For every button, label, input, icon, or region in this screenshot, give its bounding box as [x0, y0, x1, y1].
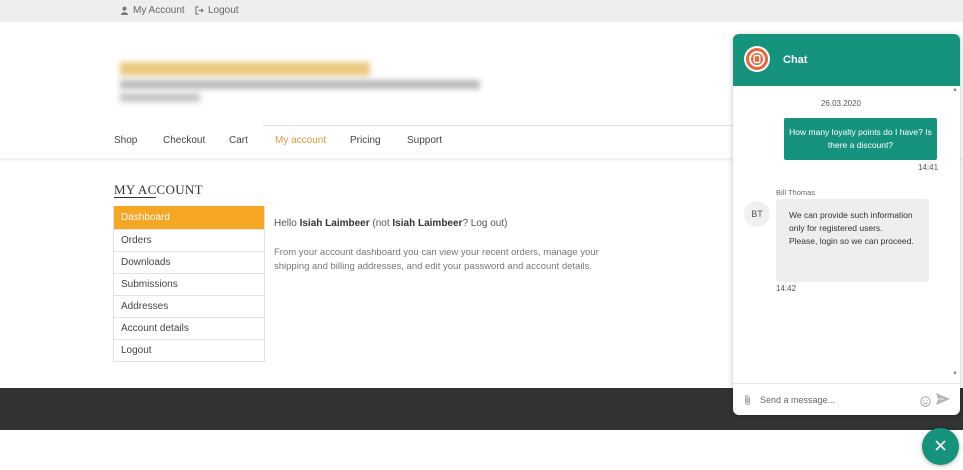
scroll-down-arrow[interactable]: ▼ — [952, 371, 958, 377]
nav-checkout[interactable]: Checkout — [163, 135, 205, 146]
menu-item-account-details[interactable]: Account details — [114, 317, 264, 339]
chat-title: Chat — [783, 54, 808, 66]
site-subtitle-blurred — [120, 93, 200, 102]
menu-item-dashboard[interactable]: Dashboard — [114, 206, 264, 229]
menu-item-orders[interactable]: Orders — [114, 229, 264, 251]
title-underline — [114, 197, 156, 198]
chat-toggle-button[interactable] — [922, 428, 959, 465]
greeting-user-name: Isiah Laimbeer — [299, 218, 370, 229]
incoming-time: 14:42 — [776, 284, 797, 293]
logout-label: Logout — [208, 5, 239, 16]
nav-shop[interactable]: Shop — [114, 135, 137, 146]
emoji-icon[interactable] — [920, 394, 931, 412]
site-title-blurred — [120, 62, 370, 76]
nav-divider — [263, 125, 733, 126]
chat-header: Chat — [733, 34, 960, 86]
page-title: MY ACCOUNT — [114, 182, 203, 197]
my-account-label: My Account — [133, 5, 185, 16]
account-menu: Dashboard Orders Downloads Submissions A… — [113, 206, 265, 362]
logout-link[interactable]: Logout — [195, 5, 239, 16]
greeting-not-prefix: (not — [369, 218, 393, 229]
menu-item-addresses[interactable]: Addresses — [114, 295, 264, 317]
nav-cart[interactable]: Cart — [229, 135, 248, 146]
dashboard-description: From your account dashboard you can view… — [274, 247, 599, 272]
menu-item-downloads[interactable]: Downloads — [114, 251, 264, 273]
chat-logo-icon — [744, 46, 770, 72]
agent-name: Bill Thomas — [776, 188, 816, 197]
incoming-line-1: We can provide such information only for… — [789, 210, 913, 233]
chat-date: 26.03.2020 — [820, 99, 862, 108]
top-bar: My Account Logout — [0, 0, 963, 22]
menu-item-submissions[interactable]: Submissions — [114, 273, 264, 295]
incoming-message: We can provide such information only for… — [776, 199, 929, 282]
logout-inline-link[interactable]: ? Log out) — [462, 218, 507, 229]
chat-widget: Chat ▲ 26.03.2020 How many loyalty point… — [733, 34, 960, 415]
outgoing-message: How many loyalty points do I have? Is th… — [784, 118, 937, 160]
greeting: Hello Isiah Laimbeer (not Isiah Laimbeer… — [274, 218, 507, 229]
outgoing-time: 14:41 — [918, 163, 939, 172]
nav-my-account[interactable]: My account — [275, 135, 326, 146]
user-icon — [120, 6, 129, 15]
nav-support[interactable]: Support — [407, 135, 442, 146]
incoming-line-2: Please, login so we can proceed. — [789, 236, 914, 246]
close-icon — [935, 438, 946, 456]
send-icon[interactable] — [935, 392, 951, 411]
logout-icon — [195, 6, 204, 15]
site-tagline-blurred — [120, 80, 480, 89]
nav-pricing[interactable]: Pricing — [350, 135, 381, 146]
input-divider — [733, 383, 960, 384]
attach-icon[interactable] — [743, 393, 752, 411]
my-account-link[interactable]: My Account — [120, 5, 185, 16]
scroll-up-arrow[interactable]: ▲ — [952, 87, 958, 93]
menu-item-logout[interactable]: Logout — [114, 339, 264, 361]
message-input[interactable] — [760, 391, 910, 409]
avatar: BT — [744, 201, 770, 227]
greeting-prefix: Hello — [274, 218, 300, 229]
greeting-not-user-name: Isiah Laimbeer — [392, 218, 463, 229]
